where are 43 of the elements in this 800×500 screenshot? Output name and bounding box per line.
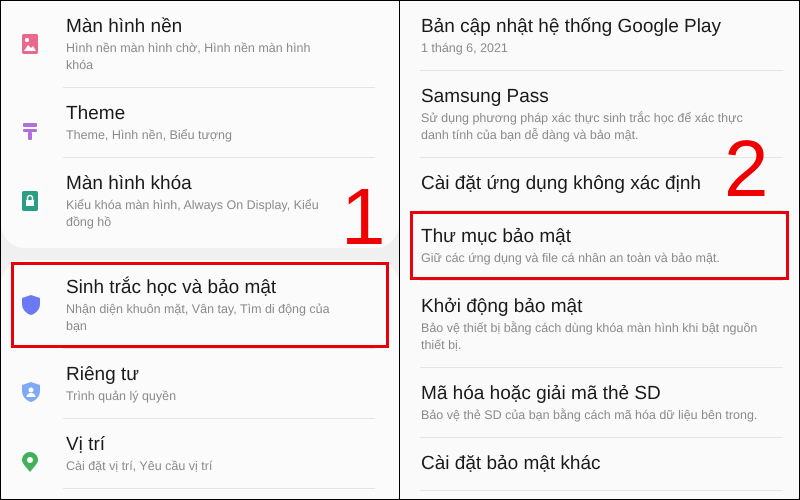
item-title: Bản cập nhật hệ thống Google Play	[421, 15, 722, 39]
image-icon	[22, 34, 38, 54]
item-title: Riêng tư	[66, 363, 140, 387]
settings-item[interactable]: Màn hình khóa Kiểu khóa màn hình, Always On Display, Kiểu đồng hồ	[11, 158, 341, 244]
item-subtitle: Cài đặt vị trí, Yêu cầu vị trí	[66, 458, 212, 475]
step-number: 2	[724, 129, 768, 209]
item-subtitle: Trình quản lý quyền	[66, 388, 176, 405]
settings-item[interactable]: Mã hóa hoặc giải mã thẻ SD Bảo vệ thẻ SD của bạn bằng cách mã hóa dữ liệu bên trong.	[410, 368, 760, 437]
item-title: Màn hình nền	[66, 15, 184, 39]
item-subtitle: Hình nền màn hình chờ, Hình nền màn hình khóa	[66, 40, 312, 74]
item-title: Vị trí	[66, 433, 106, 457]
lock-icon	[22, 191, 38, 211]
settings-item[interactable]: Sinh trắc học và bảo mật Nhận diện khuôn mặt, Vân tay, Tìm di động của bạn	[11, 262, 389, 348]
item-title: Màn hình khóa	[66, 172, 193, 196]
item-subtitle: Bảo vệ thiết bị bằng cách dùng khóa màn hình khi bật nguồn thiết bị.	[421, 320, 758, 354]
step-number: 1	[341, 177, 386, 257]
location-pin-icon	[22, 452, 38, 472]
settings-item[interactable]: Màn hình nền Hình nền màn hình chờ, Hình nền màn hình khóa	[11, 1, 341, 87]
item-subtitle: Bảo vệ thẻ SD của bạn bằng cách mã hóa dữ liệu bên trong.	[421, 407, 758, 424]
item-title: Cài đặt ứng dụng không xác định	[421, 172, 701, 196]
item-subtitle: 1 tháng 6, 2021	[421, 40, 509, 57]
settings-item[interactable]: Cài đặt ứng dụng không xác định	[410, 158, 704, 210]
settings-item[interactable]: Bản cập nhật hệ thống Google Play 1 tháng 6, 2021	[410, 1, 724, 70]
item-subtitle: Theme, Hình nền, Biểu tượng	[66, 127, 232, 144]
item-title: Khởi động bảo mật	[421, 295, 584, 319]
item-title: Sinh trắc học và bảo mật	[66, 276, 278, 300]
item-title: Cài đặt bảo mật khác	[421, 452, 601, 476]
item-title: Mã hóa hoặc giải mã thẻ SD	[421, 382, 662, 406]
settings-item[interactable]: Riêng tư Trình quản lý quyền	[11, 349, 180, 418]
item-title: Thư mục bảo mật	[421, 225, 572, 249]
item-title: Theme	[66, 102, 126, 126]
paint-roller-icon	[22, 121, 38, 141]
settings-item[interactable]: Khởi động bảo mật Bảo vệ thiết bị bằng cách dùng khóa màn hình khi bật nguồn thiết bị.	[410, 281, 764, 367]
settings-item[interactable]: Vị trí Cài đặt vị trí, Yêu cầu vị trí	[11, 419, 216, 488]
settings-item[interactable]: Cài đặt bảo mật khác	[410, 438, 604, 490]
item-subtitle: Giữ các ứng dụng và file cá nhân an toàn và bảo mật.	[421, 250, 720, 267]
settings-item[interactable]: Thư mục bảo mật Giữ các ứng dụng và file cá nhân an toàn và bảo mật.	[410, 211, 789, 280]
item-subtitle: Kiểu khóa màn hình, Always On Display, Kiểu đồng hồ	[66, 197, 320, 231]
settings-item[interactable]: Theme Theme, Hình nền, Biểu tượng	[11, 88, 235, 157]
item-subtitle: Nhận diện khuôn mặt, Vân tay, Tìm di động của bạn	[66, 301, 331, 335]
shield-person-icon	[22, 382, 40, 402]
item-title: Samsung Pass	[421, 85, 550, 109]
shield-icon	[22, 295, 40, 315]
